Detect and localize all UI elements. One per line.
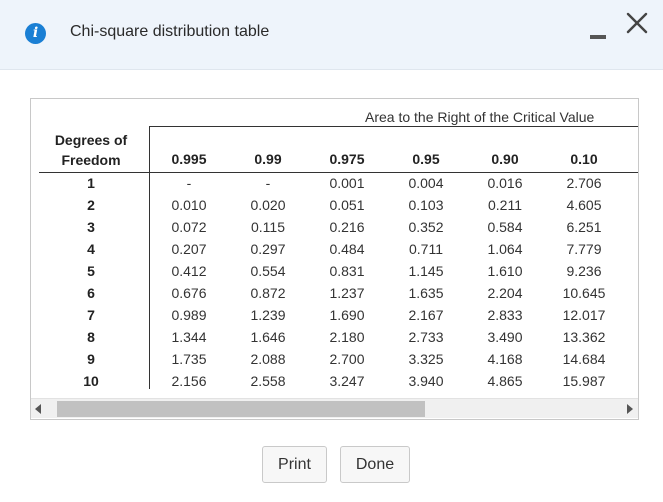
table-cell: 1.145	[408, 263, 444, 279]
row-degrees-of-freedom: 7	[87, 307, 95, 323]
table-cell: 0.103	[408, 197, 444, 213]
table-cell: 4.605	[566, 197, 602, 213]
table-cell: 1.690	[329, 307, 365, 323]
row-degrees-of-freedom: 3	[87, 219, 95, 235]
scroll-thumb[interactable]	[57, 401, 425, 417]
row-degrees-of-freedom: 10	[83, 373, 99, 389]
row-degrees-of-freedom: 2	[87, 197, 95, 213]
table-cell: 3.325	[408, 351, 444, 367]
table-cell: 0.872	[250, 285, 286, 301]
done-button[interactable]: Done	[340, 446, 410, 483]
dialog-title: Chi-square distribution table	[70, 23, 270, 40]
table-cell: 0.412	[171, 263, 207, 279]
minimize-button[interactable]	[588, 14, 610, 40]
table-cell: 1.646	[250, 329, 286, 345]
column-header: 0.975	[329, 151, 365, 167]
dialog-title-bar: i Chi-square distribution table	[0, 0, 663, 70]
row-degrees-of-freedom: 8	[87, 329, 95, 345]
row-degrees-of-freedom: 4	[87, 241, 95, 257]
table-cell: 7.779	[566, 241, 602, 257]
table-cell: 2.180	[329, 329, 365, 345]
row-degrees-of-freedom: 5	[87, 263, 95, 279]
table-cell: 10.645	[562, 285, 606, 301]
table-cell: 12.017	[562, 307, 606, 323]
table-cell: 1.610	[487, 263, 523, 279]
table-cell: 1.064	[487, 241, 523, 257]
column-header: 0.90	[491, 151, 519, 167]
dof-header-line2: Freedom	[61, 152, 121, 168]
table-cell: 2.733	[408, 329, 444, 345]
table-cell: 1.344	[171, 329, 207, 345]
area-header: Area to the Right of the Critical Value	[365, 109, 595, 125]
table-cell: 4.168	[487, 351, 523, 367]
table-cell: 14.684	[562, 351, 606, 367]
table-cell: 2.204	[487, 285, 523, 301]
table-cell: -	[265, 175, 271, 191]
table-cell: 0.001	[329, 175, 365, 191]
row-degrees-of-freedom: 1	[87, 175, 95, 191]
table-cell: 1.735	[171, 351, 207, 367]
table-cell: 2.700	[329, 351, 365, 367]
table-cell: 0.554	[250, 263, 286, 279]
table-cell: 3.490	[487, 329, 523, 345]
table-cell: 0.584	[487, 219, 523, 235]
table-cell: 0.115	[251, 219, 285, 235]
chi-square-table-panel: Area to the Right of the Critical Value …	[30, 98, 639, 420]
table-cell: 0.211	[488, 197, 522, 213]
table-cell: 0.484	[329, 241, 365, 257]
table-cell: 1.635	[408, 285, 444, 301]
table-cell: 13.362	[562, 329, 606, 345]
column-header: 0.10	[570, 151, 598, 167]
area-header-rule	[150, 126, 638, 127]
column-header: 0.995	[171, 151, 207, 167]
table-cell: 0.676	[171, 285, 207, 301]
table-cell: 15.987	[562, 373, 606, 389]
table-cell: 3.247	[329, 373, 365, 389]
table-cell: 0.207	[171, 241, 207, 257]
table-cell: 0.831	[329, 263, 365, 279]
table-cell: 0.711	[409, 241, 443, 257]
table-cell: 2.088	[250, 351, 286, 367]
close-button[interactable]	[624, 10, 650, 36]
table-cell: 2.558	[250, 373, 286, 389]
table-cell: 2.167	[408, 307, 444, 323]
column-header: 0.95	[412, 151, 440, 167]
dof-header-line1: Degrees of	[54, 132, 128, 148]
table-cell: 0.216	[329, 219, 365, 235]
table-cell: 0.020	[250, 197, 286, 213]
table-cell: 0.010	[171, 197, 207, 213]
row-degrees-of-freedom: 6	[87, 285, 95, 301]
df-column-divider	[149, 126, 150, 389]
table-cell: 0.051	[329, 197, 365, 213]
table-cell: 2.156	[171, 373, 207, 389]
table-cell: 0.989	[171, 307, 207, 323]
degrees-of-freedom-header: Degrees of Freedom	[37, 130, 145, 170]
table-cell: 4.865	[487, 373, 523, 389]
minimize-icon	[590, 35, 606, 39]
table-cell: -	[186, 175, 192, 191]
table-cell: 0.072	[171, 219, 207, 235]
column-header: 0.99	[254, 151, 282, 167]
table-cell: 2.833	[487, 307, 523, 323]
info-icon: i	[25, 23, 46, 44]
table-cell: 0.297	[250, 241, 286, 257]
header-rule	[39, 172, 638, 173]
table-cell: 0.352	[408, 219, 444, 235]
row-degrees-of-freedom: 9	[87, 351, 95, 367]
table-cell: 0.016	[487, 175, 523, 191]
table-cell: 1.237	[329, 285, 365, 301]
table-cell: 0.004	[408, 175, 444, 191]
scroll-right-arrow-icon[interactable]	[627, 404, 633, 414]
table-cell: 9.236	[566, 263, 602, 279]
table-cell: 1.239	[250, 307, 286, 323]
horizontal-scrollbar[interactable]	[31, 398, 638, 418]
table-cell: 3.940	[408, 373, 444, 389]
close-icon	[626, 12, 648, 34]
print-button[interactable]: Print	[262, 446, 327, 483]
scroll-left-arrow-icon[interactable]	[35, 404, 41, 414]
table-cell: 6.251	[566, 219, 602, 235]
table-cell: 2.706	[566, 175, 602, 191]
